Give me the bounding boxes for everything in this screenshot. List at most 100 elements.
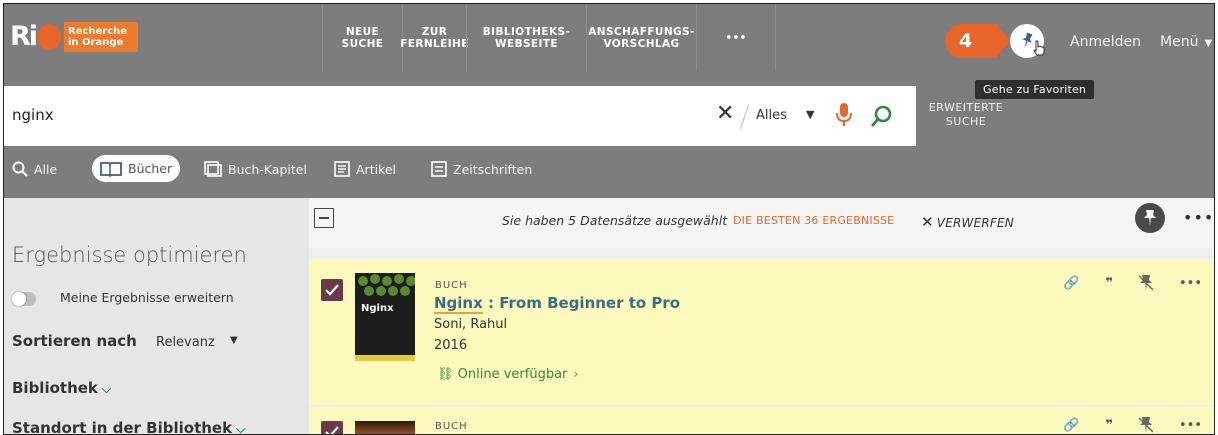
selection-bar: Sie haben 5 Datensätze ausgewählt DIE BE… xyxy=(309,198,1214,248)
result-author: Soni, Rahul xyxy=(434,317,508,332)
scope-select[interactable]: Alles xyxy=(756,108,787,123)
expand-results-toggle[interactable] xyxy=(12,292,36,306)
caret-down-icon: ▼ xyxy=(1204,38,1213,49)
chevron-down-icon: ⌵ xyxy=(101,382,112,396)
more-icon: ••• xyxy=(725,31,747,44)
menu-label: Menü xyxy=(1160,34,1199,50)
resource-type-tabs: Alle Bücher Buch-Kapitel Artikel Zeitsch… xyxy=(4,155,904,185)
result-year: 2016 xyxy=(434,338,468,353)
discard-button[interactable]: ✕ VERWERFEN xyxy=(921,213,1014,231)
nav-label: ZUR xyxy=(421,25,448,38)
search-input[interactable]: nginx xyxy=(12,106,54,124)
best-results-link[interactable]: DIE BESTEN 36 ERGEBNISSE xyxy=(733,214,894,227)
result-actions: 🔗 ❞ ••• xyxy=(1063,416,1202,434)
pin-icon xyxy=(1144,210,1156,226)
search-box[interactable]: nginx ✕ Alles ▼ xyxy=(4,86,916,146)
chevron-right-icon: › xyxy=(573,367,579,382)
result-type: BUCH xyxy=(435,421,468,432)
facet-standort[interactable]: Standort in der Bibliothek ⌵ xyxy=(12,419,246,435)
nav-label: ANSCHAFFUNGS- xyxy=(588,25,695,38)
journal-icon xyxy=(431,161,447,177)
nav-label: VORSCHLAG xyxy=(603,37,680,50)
app-frame: Ri Recherche in Orange NEUE SUCHE ZUR FE… xyxy=(3,3,1215,435)
favorites-button[interactable] xyxy=(1010,24,1045,58)
clear-icon[interactable]: ✕ xyxy=(716,101,734,126)
logo-o-circle xyxy=(37,24,61,50)
link-icon[interactable]: 🔗 xyxy=(1063,276,1079,291)
result-checkbox[interactable] xyxy=(321,279,343,301)
check-icon xyxy=(325,284,339,296)
more-icon[interactable]: ••• xyxy=(1179,276,1202,291)
book-cover[interactable]: Nginx xyxy=(355,273,416,361)
nav-more[interactable]: ••• xyxy=(696,4,776,71)
microphone-icon[interactable] xyxy=(836,102,852,128)
tab-artikel[interactable]: Artikel xyxy=(334,155,396,183)
books-icon xyxy=(100,161,122,177)
tab-alle[interactable]: Alle xyxy=(12,155,57,183)
advanced-search-link[interactable]: ERWEITERTE SUCHE xyxy=(926,101,1006,129)
logo-tagline-2: in Orange xyxy=(68,37,124,48)
nav-fernleihe[interactable]: ZUR FERNLEIHE xyxy=(400,4,469,71)
discard-label: VERWERFEN xyxy=(936,216,1014,230)
advanced-label: SUCHE xyxy=(945,115,987,128)
nav-bibliothekswebseite[interactable]: BIBLIOTHEKS- WEBSEITE xyxy=(466,4,586,71)
divider xyxy=(740,104,749,130)
nav-neue-suche[interactable]: NEUE SUCHE xyxy=(322,4,402,71)
select-all-checkbox[interactable] xyxy=(314,208,334,228)
nav-anschaffungsvorschlag[interactable]: ANSCHAFFUNGS- VORSCHLAG xyxy=(586,4,696,71)
refine-panel: Ergebnisse optimieren Meine Ergebnisse e… xyxy=(4,198,309,435)
tab-label: Alle xyxy=(34,161,58,177)
result-type: BUCH xyxy=(435,280,468,291)
result-actions: 🔗 ❞ ••• xyxy=(1063,274,1202,292)
menu-button[interactable]: Menü ▼ xyxy=(1160,34,1212,50)
unpin-icon[interactable] xyxy=(1138,274,1153,292)
advanced-label: ERWEITERTE xyxy=(928,101,1004,114)
sort-select[interactable]: Relevanz xyxy=(156,335,215,350)
selection-info: Sie haben 5 Datensätze ausgewählt xyxy=(502,213,728,228)
facet-label: Bibliothek xyxy=(12,379,98,397)
quote-icon[interactable]: ❞ xyxy=(1105,418,1113,433)
logo-mark: Ri xyxy=(10,21,38,52)
facet-bibliothek[interactable]: Bibliothek ⌵ xyxy=(12,379,111,397)
title-highlight: Nginx xyxy=(434,294,483,314)
nav-label: BIBLIOTHEKS- xyxy=(482,25,571,38)
caret-down-icon[interactable]: ▼ xyxy=(230,335,238,346)
result-card[interactable]: BUCH 🔗 ❞ ••• xyxy=(309,407,1214,434)
cover-art xyxy=(355,421,415,434)
result-checkbox[interactable] xyxy=(321,421,343,434)
title-rest: : From Beginner to Pro xyxy=(482,294,681,312)
book-cover[interactable] xyxy=(355,421,415,434)
unpin-icon[interactable] xyxy=(1138,416,1153,434)
online-available-link[interactable]: ⛓ Online verfügbar › xyxy=(437,367,579,382)
top-bar: Ri Recherche in Orange NEUE SUCHE ZUR FE… xyxy=(4,4,1214,71)
tab-buecher[interactable]: Bücher xyxy=(92,155,181,182)
result-card[interactable]: Nginx BUCH Nginx : From Beginner to Pro … xyxy=(309,259,1214,405)
chevron-down-icon: ⌵ xyxy=(236,422,246,435)
link-icon[interactable]: 🔗 xyxy=(1063,418,1079,433)
more-icon[interactable]: ••• xyxy=(1183,208,1214,227)
favorites-tooltip: Gehe zu Favoriten xyxy=(975,80,1095,99)
sort-label: Sortieren nach xyxy=(12,332,137,350)
logo-tagline: Recherche in Orange xyxy=(64,22,138,52)
close-icon: ✕ xyxy=(921,213,934,231)
tab-label: Artikel xyxy=(356,161,397,177)
book-chapter-icon xyxy=(204,161,222,177)
cover-art xyxy=(355,273,416,361)
quote-icon[interactable]: ❞ xyxy=(1105,276,1113,291)
more-icon[interactable]: ••• xyxy=(1179,418,1202,433)
logo-tagline-1: Recherche xyxy=(68,26,128,37)
link-icon: ⛓ xyxy=(437,367,454,382)
tab-zeitschriften[interactable]: Zeitschriften xyxy=(431,155,532,183)
search-icon[interactable] xyxy=(870,104,894,128)
facet-label: Standort in der Bibliothek xyxy=(12,419,233,435)
result-title[interactable]: Nginx : From Beginner to Pro xyxy=(434,294,681,314)
article-icon xyxy=(334,161,350,177)
expand-results-label: Meine Ergebnisse erweitern xyxy=(60,290,234,305)
tab-label: Zeitschriften xyxy=(453,161,533,177)
pin-selected-button[interactable] xyxy=(1135,203,1165,233)
caret-down-icon[interactable]: ▼ xyxy=(806,108,814,121)
logo[interactable]: Ri Recherche in Orange xyxy=(10,21,138,53)
nav-label: FERNLEIHE xyxy=(400,37,469,50)
tab-buch-kapitel[interactable]: Buch-Kapitel xyxy=(204,155,307,183)
login-link[interactable]: Anmelden xyxy=(1070,34,1141,50)
